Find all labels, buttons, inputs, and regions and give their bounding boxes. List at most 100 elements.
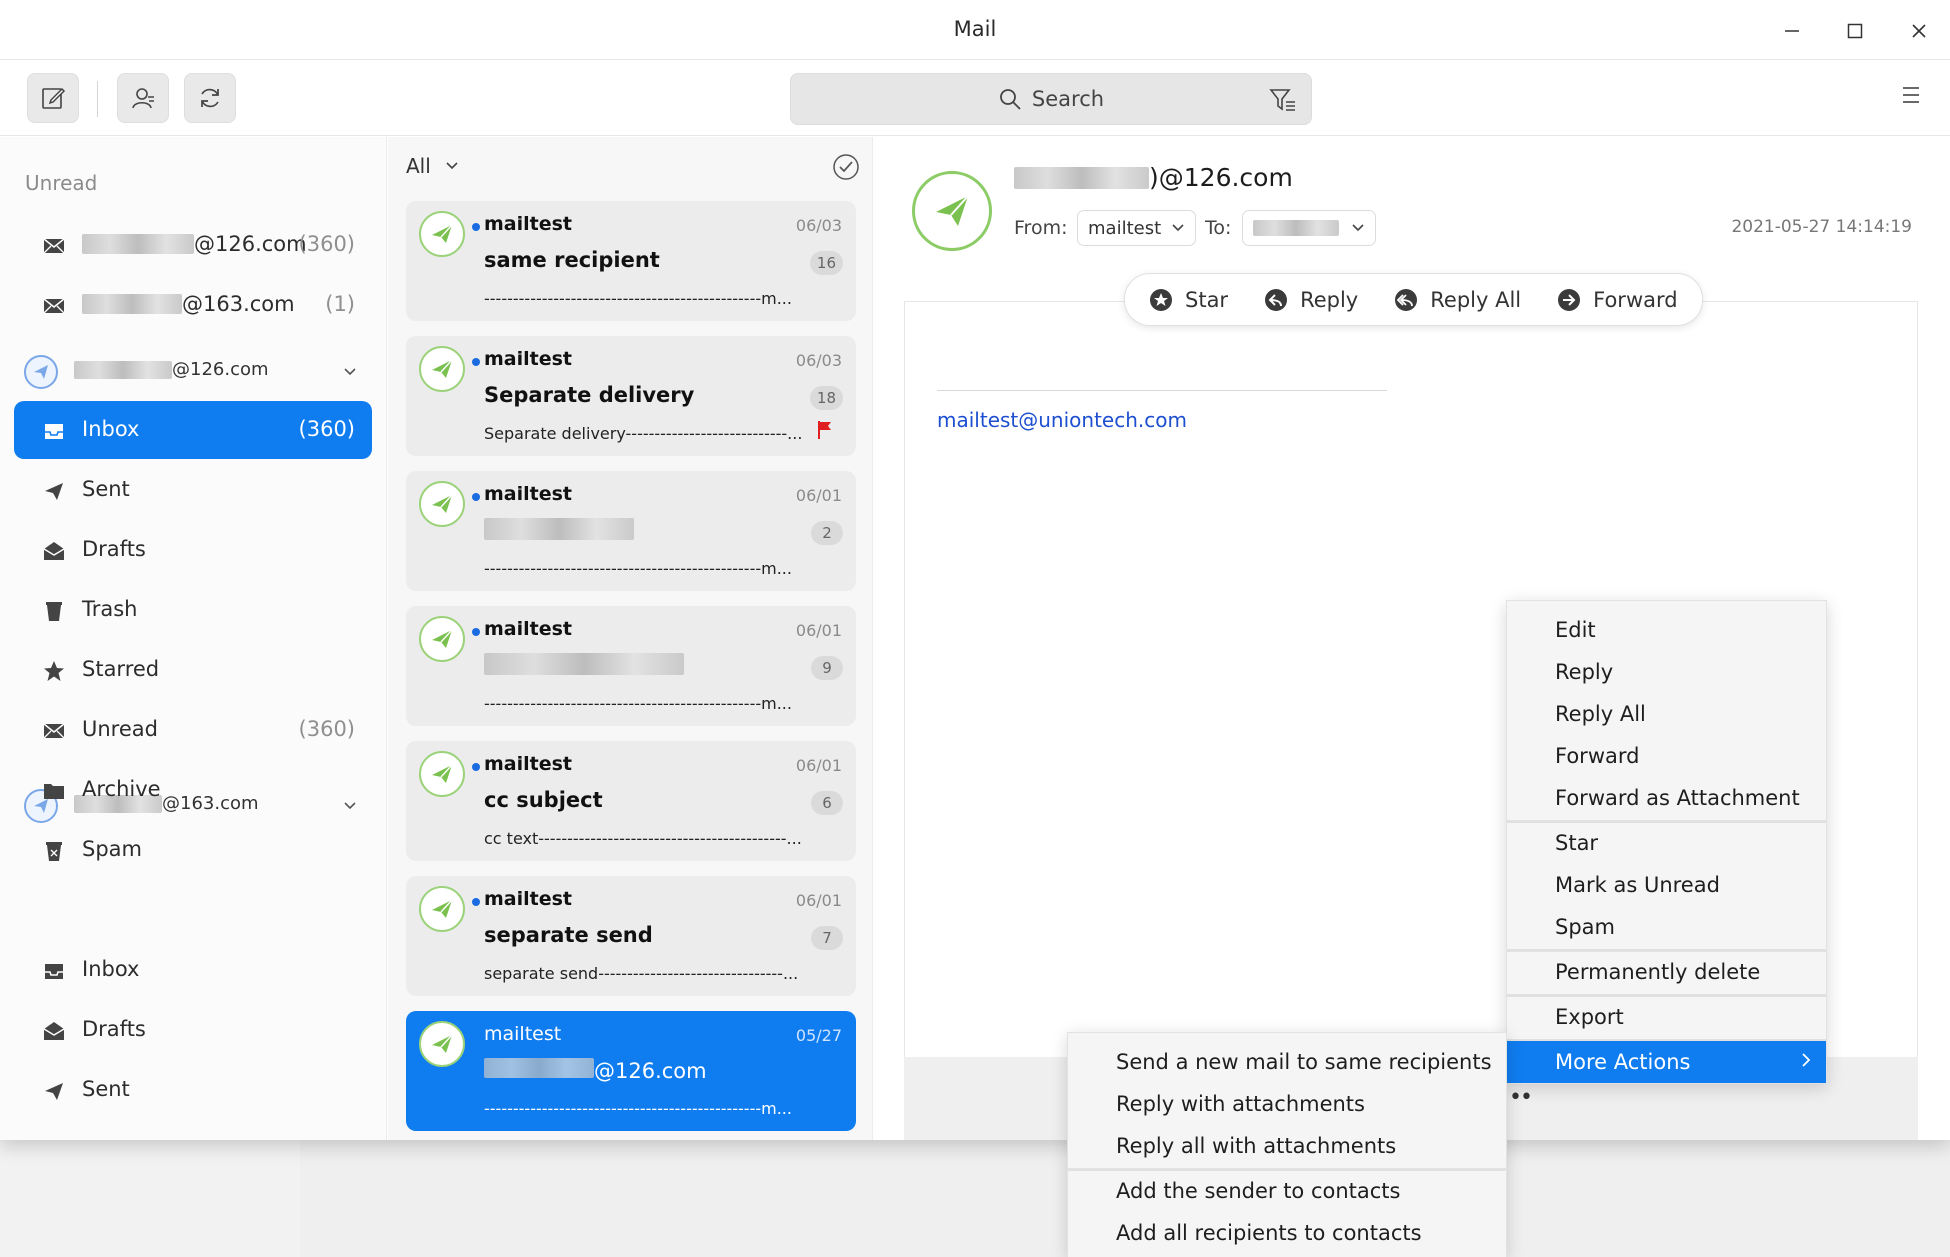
sidebar-item-inbox[interactable]: Inbox xyxy=(14,941,372,999)
star-icon xyxy=(42,659,66,683)
chevron-right-icon xyxy=(1800,1041,1812,1083)
message-sender: mailtest xyxy=(484,753,573,775)
redacted-subject xyxy=(484,518,634,540)
star-label: Star xyxy=(1185,287,1229,312)
chevron-down-icon xyxy=(446,162,458,170)
body-email-link[interactable]: mailtest@uniontech.com xyxy=(937,408,1187,432)
sidebar-item-label: Drafts xyxy=(82,1017,146,1041)
filter-dropdown[interactable]: All xyxy=(406,154,459,178)
search-box[interactable]: Search xyxy=(790,73,1312,125)
more-dots-icon[interactable]: •• xyxy=(1509,1085,1533,1110)
chevron-down-icon[interactable] xyxy=(342,363,358,382)
unread-account-163[interactable]: @163.com (1) xyxy=(14,276,372,334)
paper-plane-icon xyxy=(42,479,66,503)
trash-icon xyxy=(42,599,66,623)
submenu-reply-all-with-attachments[interactable]: Reply all with attachments xyxy=(1068,1125,1506,1167)
menu-item-reply-all[interactable]: Reply All xyxy=(1507,693,1826,735)
forward-button[interactable]: Forward xyxy=(1557,287,1678,312)
red-flag-icon[interactable] xyxy=(817,420,833,444)
inbox-icon xyxy=(42,959,66,983)
account-domain: @126.com xyxy=(172,359,269,380)
search-placeholder: Search xyxy=(1031,87,1105,111)
menu-item-forward[interactable]: Forward xyxy=(1507,735,1826,777)
sidebar-item-sent[interactable]: Sent xyxy=(14,461,372,519)
account-header-126[interactable]: @126.com xyxy=(14,345,372,395)
sender-avatar xyxy=(419,211,465,257)
unread-count: (1) xyxy=(325,292,355,316)
reply-button[interactable]: Reply xyxy=(1264,288,1358,312)
unread-account-126[interactable]: @126.com (360) xyxy=(14,216,372,274)
menu-item-more-actions[interactable]: More Actions xyxy=(1507,1041,1826,1083)
sender-avatar xyxy=(419,346,465,392)
message-preview: separate send---------------------------… xyxy=(484,964,799,983)
sidebar-item-drafts[interactable]: Drafts xyxy=(14,1001,372,1059)
forward-label: Forward xyxy=(1593,287,1678,312)
close-button[interactable] xyxy=(1902,14,1936,48)
message-preview: ----------------------------------------… xyxy=(484,694,792,713)
sidebar-item-label: Unread xyxy=(82,717,158,741)
redacted-address xyxy=(1014,166,1149,189)
submenu-send-new-mail[interactable]: Send a new mail to same recipients xyxy=(1068,1041,1506,1083)
message-list-item[interactable]: mailtest 06/01 9 --------------------------… xyxy=(406,606,856,726)
to-dropdown[interactable] xyxy=(1242,210,1376,246)
message-timestamp: 2021-05-27 14:14:19 xyxy=(1731,217,1912,237)
reply-all-button[interactable]: Reply All xyxy=(1394,288,1521,312)
message-list-item[interactable]: mailtest 06/01 2 --------------------------… xyxy=(406,471,856,591)
message-list-item[interactable]: mailtest 06/01 cc subject 6 cc text---------… xyxy=(406,741,856,861)
unread-dot-icon xyxy=(472,493,480,501)
more-actions-submenu: Send a new mail to same recipients Reply… xyxy=(1067,1032,1507,1257)
message-list-item[interactable]: mailtest 06/03 Separate delivery 18 Separate… xyxy=(406,336,856,456)
message-list-item[interactable]: mailtest 06/03 same recipient 16 -----------… xyxy=(406,201,856,321)
message-list-item[interactable]: mailtest 05/27 @126.com -------------------… xyxy=(406,1011,856,1131)
menu-item-forward-as-attachment[interactable]: Forward as Attachment xyxy=(1507,777,1826,819)
maximize-icon xyxy=(1847,23,1863,39)
search-icon xyxy=(1000,89,1021,110)
minimize-button[interactable] xyxy=(1775,14,1809,48)
chevron-down-icon xyxy=(1352,224,1364,232)
message-preview: ----------------------------------------… xyxy=(484,559,792,578)
menu-item-edit[interactable]: Edit xyxy=(1507,609,1826,651)
select-mode-button[interactable] xyxy=(832,153,860,185)
message-preview: ----------------------------------------… xyxy=(484,1099,792,1118)
menu-item-export[interactable]: Export xyxy=(1507,996,1826,1038)
sidebar-item-label: Inbox xyxy=(82,417,140,441)
submenu-add-sender-to-contacts[interactable]: Add the sender to contacts xyxy=(1068,1170,1506,1212)
refresh-icon xyxy=(201,88,219,108)
menu-item-star[interactable]: Star xyxy=(1507,822,1826,864)
sidebar-item-starred[interactable]: Starred xyxy=(14,641,372,699)
message-date: 06/01 xyxy=(795,891,842,910)
sidebar-item-sent[interactable]: Sent xyxy=(14,1061,372,1119)
redacted-address xyxy=(82,294,182,314)
unread-icon xyxy=(42,719,66,743)
sidebar-item-inbox[interactable]: Inbox (360) xyxy=(14,401,372,459)
search-filter-button[interactable] xyxy=(1269,87,1297,117)
redacted-address xyxy=(82,234,194,254)
menu-item-spam[interactable]: Spam xyxy=(1507,906,1826,948)
sidebar-item-trash[interactable]: Trash xyxy=(14,581,372,639)
star-icon xyxy=(1150,288,1172,311)
sidebar-item-unread[interactable]: Unread (360) xyxy=(14,701,372,759)
from-dropdown[interactable]: mailtest xyxy=(1077,210,1197,246)
sidebar-item-archive[interactable]: Archive xyxy=(14,761,372,819)
main-menu-button[interactable] xyxy=(1900,85,1922,109)
menu-item-mark-unread[interactable]: Mark as Unread xyxy=(1507,864,1826,906)
message-list-item[interactable]: mailtest 06/01 separate send 7 separate send… xyxy=(406,876,856,996)
submenu-add-all-recipients[interactable]: Add all recipients to contacts xyxy=(1068,1212,1506,1254)
submenu-reply-with-attachments[interactable]: Reply with attachments xyxy=(1068,1083,1506,1125)
maximize-button[interactable] xyxy=(1838,14,1872,48)
close-icon xyxy=(1912,24,1926,38)
to-label: To: xyxy=(1205,217,1232,239)
sidebar-item-drafts[interactable]: Drafts xyxy=(14,521,372,579)
refresh-button[interactable] xyxy=(184,73,236,123)
sidebar-item-label: Archive xyxy=(82,777,161,801)
toolbar-divider xyxy=(97,81,98,117)
unread-dot-icon xyxy=(472,628,480,636)
filter-icon xyxy=(1269,89,1295,111)
sidebar-item-spam[interactable]: Spam xyxy=(14,821,372,879)
contacts-button[interactable] xyxy=(117,73,169,123)
compose-button[interactable] xyxy=(27,73,79,123)
menu-item-reply[interactable]: Reply xyxy=(1507,651,1826,693)
star-button[interactable]: Star xyxy=(1149,288,1228,312)
message-sender: mailtest xyxy=(484,348,573,370)
menu-item-permanently-delete[interactable]: Permanently delete xyxy=(1507,951,1826,993)
